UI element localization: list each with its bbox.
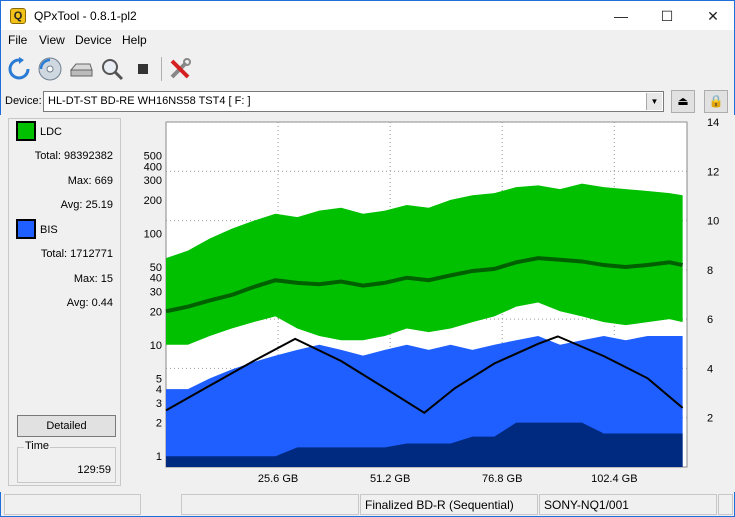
y-right-tick-label: 10 bbox=[707, 216, 719, 228]
zoom-icon[interactable] bbox=[99, 56, 125, 82]
detailed-button[interactable]: Detailed bbox=[17, 415, 116, 437]
bis-total: Total: 1712771 bbox=[40, 248, 113, 260]
time-label: Time bbox=[24, 440, 51, 452]
disc-scan-icon[interactable] bbox=[37, 56, 63, 82]
toolbar-separator bbox=[161, 57, 162, 81]
y-left-tick-label: 200 bbox=[144, 195, 162, 207]
bis-avg: Avg: 0.44 bbox=[66, 297, 113, 309]
y-left-tick-label: 300 bbox=[144, 175, 162, 187]
menu-help[interactable]: Help bbox=[122, 33, 147, 47]
menu-file[interactable]: File bbox=[8, 33, 27, 47]
lock-button[interactable]: 🔒 bbox=[704, 90, 728, 113]
ldc-max: Max: 669 bbox=[67, 175, 113, 187]
device-row: Device: HL-DT-ST BD-RE WH16NS58 TST4 [ F… bbox=[0, 87, 735, 115]
maximize-button[interactable]: ☐ bbox=[644, 1, 690, 31]
minimize-button[interactable]: — bbox=[598, 1, 644, 31]
menu-bar: File View Device Help bbox=[0, 30, 735, 51]
bis-color-swatch bbox=[16, 219, 36, 239]
ldc-label: LDC bbox=[40, 126, 63, 138]
menu-view[interactable]: View bbox=[39, 33, 65, 47]
app-icon: Q bbox=[10, 8, 26, 24]
y-left-tick-label: 4 bbox=[156, 384, 162, 396]
y-left-tick-label: 20 bbox=[150, 306, 162, 318]
eject-button[interactable]: ⏏ bbox=[671, 90, 695, 113]
device-select[interactable]: HL-DT-ST BD-RE WH16NS58 TST4 [ F: ] ▼ bbox=[43, 91, 664, 112]
y-left-tick-label: 2 bbox=[156, 418, 162, 430]
y-right-tick-label: 14 bbox=[707, 118, 719, 129]
time-group: Time 129:59 bbox=[17, 440, 116, 483]
y-left-tick-label: 10 bbox=[150, 340, 162, 352]
ldc-avg: Avg: 25.19 bbox=[60, 199, 113, 211]
y-left-tick-label: 1 bbox=[156, 451, 162, 463]
device-value: HL-DT-ST BD-RE WH16NS58 TST4 [ F: ] bbox=[48, 95, 251, 107]
x-tick-label: 76.8 GB bbox=[482, 473, 522, 485]
time-value: 129:59 bbox=[77, 464, 111, 476]
stop-icon[interactable] bbox=[130, 56, 156, 82]
scan-chart: 1 2 3 4 5 10 20 30 40 50 100 200 300 400 500 2 4 6 8 10 12 14… bbox=[128, 117, 728, 490]
toolbar bbox=[0, 51, 735, 87]
x-tick-label: 102.4 GB bbox=[591, 473, 637, 485]
status-bar: Finalized BD-R (Sequential) SONY-NQ1/001 bbox=[0, 492, 735, 517]
bis-max: Max: 15 bbox=[73, 273, 113, 285]
y-left-tick-label: 400 bbox=[144, 161, 162, 173]
y-left-tick-label: 500 bbox=[144, 151, 162, 163]
x-tick-label: 25.6 GB bbox=[258, 473, 298, 485]
menu-device[interactable]: Device bbox=[75, 33, 112, 47]
refresh-icon[interactable] bbox=[6, 56, 32, 82]
device-label: Device: bbox=[5, 95, 42, 107]
drive-icon[interactable] bbox=[68, 56, 94, 82]
y-right-tick-label: 6 bbox=[707, 314, 713, 326]
stats-panel: LDC Total: 98392382 Max: 669 Avg: 25.19 … bbox=[8, 118, 121, 486]
y-left-tick-label: 100 bbox=[144, 228, 162, 240]
x-tick-label: 51.2 GB bbox=[370, 473, 410, 485]
y-left-tick-label: 40 bbox=[150, 273, 162, 285]
status-media-id: SONY-NQ1/001 bbox=[539, 494, 717, 515]
window-title: QPxTool - 0.8.1-pl2 bbox=[34, 9, 137, 23]
y-right-tick-label: 2 bbox=[707, 413, 713, 425]
y-right-tick-label: 8 bbox=[707, 265, 713, 277]
chevron-down-icon[interactable]: ▼ bbox=[646, 93, 662, 110]
y-left-tick-label: 30 bbox=[150, 287, 162, 299]
status-media: Finalized BD-R (Sequential) bbox=[360, 494, 538, 515]
ldc-color-swatch bbox=[16, 121, 36, 141]
y-left-tick-label: 5 bbox=[156, 373, 162, 385]
status-cell-1 bbox=[4, 494, 141, 515]
ldc-total: Total: 98392382 bbox=[34, 150, 113, 162]
y-left-tick-label: 50 bbox=[150, 262, 162, 274]
close-button[interactable]: ✕ bbox=[690, 1, 735, 31]
title-bar: Q QPxTool - 0.8.1-pl2 — ☐ ✕ bbox=[0, 0, 735, 30]
status-cell-2 bbox=[181, 494, 359, 515]
y-right-tick-label: 4 bbox=[707, 363, 713, 375]
status-cell-5 bbox=[718, 494, 733, 515]
y-right-tick-label: 12 bbox=[707, 166, 719, 178]
bis-label: BIS bbox=[40, 224, 58, 236]
y-left-tick-label: 3 bbox=[156, 398, 162, 410]
settings-icon[interactable] bbox=[167, 56, 193, 82]
scan-chart-svg: 1234510203040501002003004005002468101214… bbox=[144, 117, 720, 485]
